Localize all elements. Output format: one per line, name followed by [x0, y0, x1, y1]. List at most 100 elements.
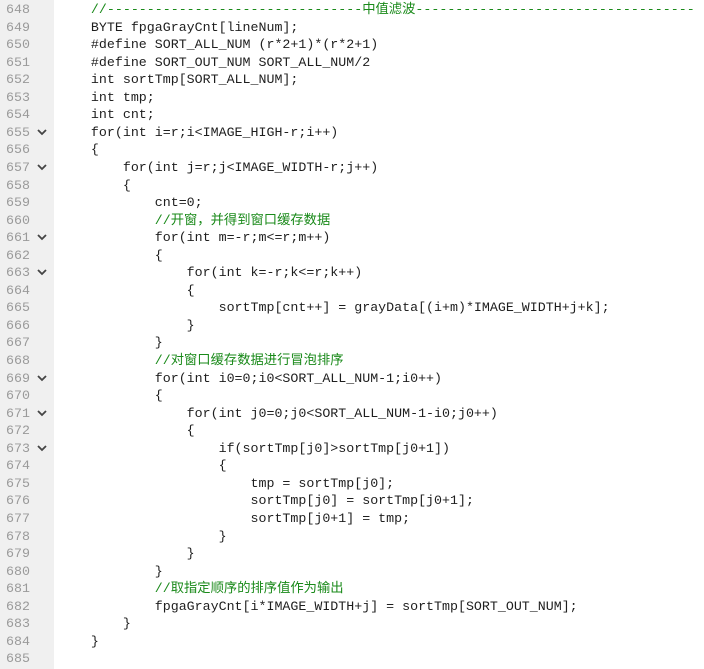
code-line[interactable]: 662 {: [0, 247, 704, 265]
code-line[interactable]: 675 tmp = sortTmp[j0];: [0, 475, 704, 493]
code-line[interactable]: 671 for(int j0=0;j0<SORT_ALL_NUM-1-i0;j0…: [0, 405, 704, 423]
code-text: BYTE fpgaGrayCnt[lineNum];: [59, 19, 299, 35]
code-text: //开窗，并得到窗口缓存数据: [59, 212, 331, 228]
code-line[interactable]: 666 }: [0, 317, 704, 335]
line-number: 667: [6, 335, 30, 351]
line-number: 663: [6, 265, 30, 281]
code-line[interactable]: 684 }: [0, 633, 704, 651]
line-number: 651: [6, 54, 30, 70]
code-line[interactable]: 657 for(int j=r;j<IMAGE_WIDTH-r;j++): [0, 159, 704, 177]
code-text: {: [59, 458, 227, 474]
code-line[interactable]: 658 {: [0, 177, 704, 195]
code-line[interactable]: 665 sortTmp[cnt++] = grayData[(i+m)*IMAG…: [0, 299, 704, 317]
line-number: 658: [6, 177, 30, 193]
code-line[interactable]: 651 #define SORT_OUT_NUM SORT_ALL_NUM/2: [0, 54, 704, 72]
code-text: //取指定顺序的排序值作为输出: [59, 581, 344, 597]
code-text: int sortTmp[SORT_ALL_NUM];: [59, 72, 299, 88]
line-number: 670: [6, 388, 30, 404]
code-line[interactable]: 649 BYTE fpgaGrayCnt[lineNum];: [0, 19, 704, 37]
code-line[interactable]: 661 for(int m=-r;m<=r;m++): [0, 229, 704, 247]
code-line[interactable]: 682 fpgaGrayCnt[i*IMAGE_WIDTH+j] = sortT…: [0, 598, 704, 616]
code-line[interactable]: 670 {: [0, 387, 704, 405]
chevron-down-icon[interactable]: [36, 229, 48, 246]
line-number: 668: [6, 353, 30, 368]
chevron-down-icon[interactable]: [36, 159, 48, 176]
code-line[interactable]: 653 int tmp;: [0, 89, 704, 107]
line-number: 660: [6, 212, 30, 228]
chevron-down-icon[interactable]: [36, 405, 48, 422]
code-line[interactable]: 652 int sortTmp[SORT_ALL_NUM];: [0, 71, 704, 89]
code-line[interactable]: 648 //--------------------------------中值…: [0, 1, 704, 19]
chevron-down-icon[interactable]: [36, 264, 48, 281]
code-line[interactable]: 668 //对窗口缓存数据进行冒泡排序: [0, 352, 704, 370]
line-number: 666: [6, 317, 30, 333]
code-text: }: [59, 317, 195, 333]
code-line[interactable]: 667 }: [0, 334, 704, 352]
code-line[interactable]: 654 int cnt;: [0, 106, 704, 124]
code-line[interactable]: 674 {: [0, 457, 704, 475]
code-text: for(int j0=0;j0<SORT_ALL_NUM-1-i0;j0++): [59, 405, 498, 421]
code-line[interactable]: 679 }: [0, 545, 704, 563]
line-number: 654: [6, 107, 30, 123]
chevron-down-icon[interactable]: [36, 440, 48, 457]
code-text: }: [59, 546, 195, 562]
line-number: 683: [6, 616, 30, 632]
code-line[interactable]: 685: [0, 650, 704, 668]
line-number: 677: [6, 510, 30, 526]
code-text: sortTmp[j0] = sortTmp[j0+1];: [59, 493, 474, 509]
code-line[interactable]: 677 sortTmp[j0+1] = tmp;: [0, 510, 704, 528]
code-line[interactable]: 659 cnt=0;: [0, 194, 704, 212]
code-line[interactable]: 678 }: [0, 528, 704, 546]
code-line[interactable]: 650 #define SORT_ALL_NUM (r*2+1)*(r*2+1): [0, 36, 704, 54]
line-number: 648: [6, 2, 30, 17]
code-line[interactable]: 683 }: [0, 615, 704, 633]
code-line[interactable]: 655 for(int i=r;i<IMAGE_HIGH-r;i++): [0, 124, 704, 142]
line-number: 681: [6, 581, 30, 597]
code-text: {: [59, 177, 131, 193]
code-text: }: [59, 633, 99, 649]
line-number: 680: [6, 563, 30, 579]
line-number: 657: [6, 159, 30, 175]
line-number: 682: [6, 598, 30, 614]
code-text: sortTmp[cnt++] = grayData[(i+m)*IMAGE_WI…: [59, 300, 610, 316]
line-number: 652: [6, 72, 30, 88]
line-number: 649: [6, 19, 30, 35]
code-line[interactable]: 656 {: [0, 141, 704, 159]
code-text: tmp = sortTmp[j0];: [59, 475, 395, 491]
code-text: }: [59, 563, 163, 579]
code-text: }: [59, 335, 163, 351]
code-line[interactable]: 669 for(int i0=0;i0<SORT_ALL_NUM-1;i0++): [0, 370, 704, 388]
line-number: 684: [6, 633, 30, 649]
chevron-down-icon[interactable]: [36, 124, 48, 141]
code-text: #define SORT_ALL_NUM (r*2+1)*(r*2+1): [59, 37, 379, 53]
code-line[interactable]: 673 if(sortTmp[j0]>sortTmp[j0+1]): [0, 440, 704, 458]
line-number: 665: [6, 300, 30, 316]
code-text: for(int m=-r;m<=r;m++): [59, 230, 331, 246]
code-text: {: [59, 388, 163, 404]
line-number: 674: [6, 458, 30, 474]
code-text: for(int j=r;j<IMAGE_WIDTH-r;j++): [59, 159, 379, 175]
line-number: 671: [6, 405, 30, 421]
line-number: 653: [6, 89, 30, 105]
line-number: 672: [6, 423, 30, 439]
code-line[interactable]: 664 {: [0, 282, 704, 300]
chevron-down-icon[interactable]: [36, 370, 48, 387]
code-text: for(int i0=0;i0<SORT_ALL_NUM-1;i0++): [59, 370, 443, 386]
code-line[interactable]: 680 }: [0, 563, 704, 581]
code-line[interactable]: 676 sortTmp[j0] = sortTmp[j0+1];: [0, 492, 704, 510]
code-line[interactable]: 681 //取指定顺序的排序值作为输出: [0, 580, 704, 598]
code-editor[interactable]: 648 //--------------------------------中值…: [0, 0, 704, 669]
code-text: //对窗口缓存数据进行冒泡排序: [59, 353, 344, 368]
code-text: if(sortTmp[j0]>sortTmp[j0+1]): [59, 440, 450, 456]
line-number: 685: [6, 651, 30, 667]
code-text: }: [59, 528, 227, 544]
line-number: 679: [6, 546, 30, 562]
code-text: {: [59, 247, 163, 263]
line-number: 656: [6, 142, 30, 158]
code-line[interactable]: 672 {: [0, 422, 704, 440]
code-line[interactable]: 660 //开窗，并得到窗口缓存数据: [0, 212, 704, 230]
code-line[interactable]: 663 for(int k=-r;k<=r;k++): [0, 264, 704, 282]
code-text: {: [59, 423, 195, 439]
code-text: for(int i=r;i<IMAGE_HIGH-r;i++): [59, 124, 339, 140]
line-number: 673: [6, 440, 30, 456]
